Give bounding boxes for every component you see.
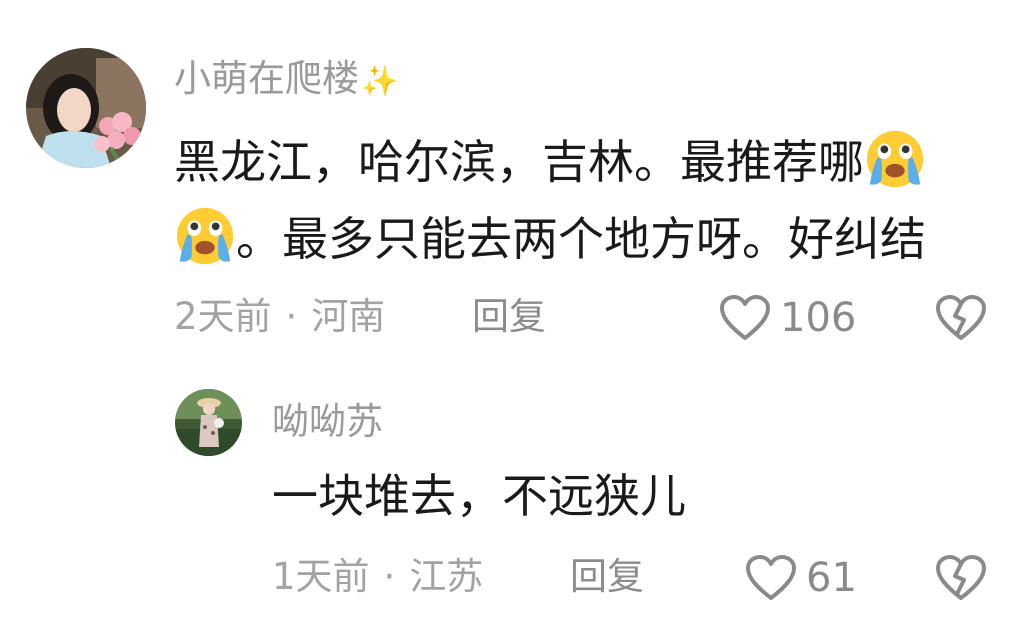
comment-text-line-1: 一块堆去，不远狭儿 xyxy=(272,469,686,523)
heart-icon xyxy=(720,295,770,340)
broken-heart-icon xyxy=(936,295,986,340)
username[interactable]: 呦呦苏 xyxy=(272,400,383,444)
dislike-button[interactable] xyxy=(934,554,988,606)
like-button[interactable]: 106 xyxy=(718,294,856,342)
reply-button[interactable]: 回复 xyxy=(570,555,644,599)
reply-button[interactable]: 回复 xyxy=(472,295,546,339)
username-text: 小萌在爬楼 xyxy=(174,57,359,100)
location: 江苏 xyxy=(409,555,484,598)
location: 河南 xyxy=(311,295,386,338)
like-count: 106 xyxy=(780,295,857,341)
comment-meta: 2天前 · 河南 xyxy=(174,295,385,339)
broken-heart-icon xyxy=(936,555,986,600)
heart-icon xyxy=(746,555,796,600)
timestamp: 2天前 xyxy=(174,295,272,338)
comment-text-line-2: 。最多只能去两个地方呀。好纠结 xyxy=(174,205,926,269)
comment-text-line-1: 黑龙江，哈尔滨，吉林。最推荐哪 xyxy=(174,128,926,192)
separator: · xyxy=(285,295,298,338)
comment-text: 。最多只能去两个地方呀。好纠结 xyxy=(236,212,926,266)
loudly-crying-face-icon xyxy=(176,207,234,265)
like-count: 61 xyxy=(806,555,857,601)
timestamp: 1天前 xyxy=(272,555,370,598)
avatar[interactable] xyxy=(175,389,242,456)
comment-meta: 1天前 · 江苏 xyxy=(272,555,483,599)
comment-text: 黑龙江，哈尔滨，吉林。最推荐哪 xyxy=(174,135,864,189)
dislike-button[interactable] xyxy=(934,294,988,346)
separator: · xyxy=(383,555,396,598)
loudly-crying-face-icon xyxy=(866,130,924,188)
avatar[interactable] xyxy=(26,48,146,168)
like-button[interactable]: 61 xyxy=(744,554,857,602)
username[interactable]: 小萌在爬楼✨ xyxy=(174,57,398,104)
sparkles-icon: ✨ xyxy=(361,64,399,99)
